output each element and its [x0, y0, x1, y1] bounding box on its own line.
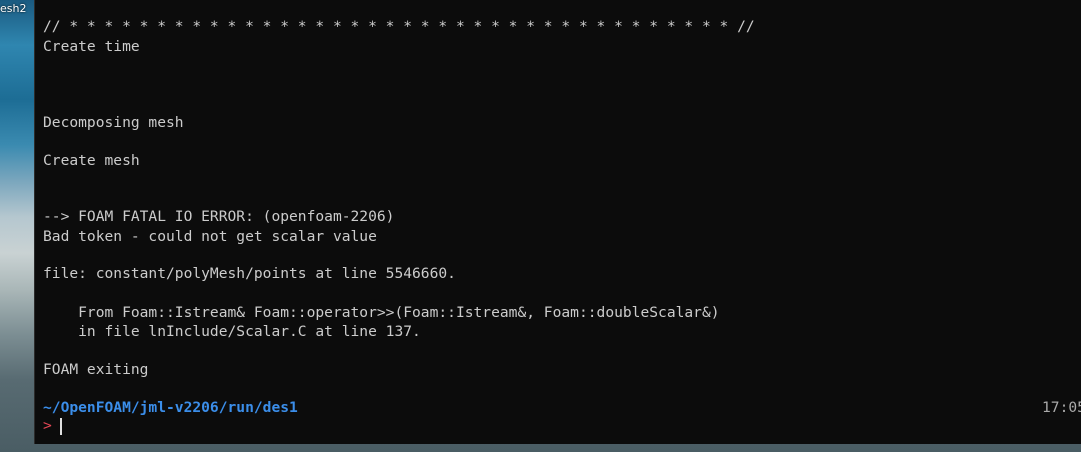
error-line: file: constant/polyMesh/points at line 5… — [43, 265, 456, 282]
error-line: in file lnInclude/Scalar.C at line 137. — [43, 323, 421, 340]
output-line: Create mesh — [43, 152, 140, 169]
banner-line: // * * * * * * * * * * * * * * * * * * *… — [43, 18, 755, 35]
error-line: --> FOAM FATAL IO ERROR: (openfoam-2206) — [43, 208, 395, 225]
output-line: Decomposing mesh — [43, 114, 184, 131]
error-line: From Foam::Istream& Foam::operator>>(Foa… — [43, 304, 720, 321]
prompt-path: ~/OpenFOAM/jml-v2206/run/ — [43, 399, 263, 416]
terminal-window[interactable]: // * * * * * * * * * * * * * * * * * * *… — [34, 0, 1081, 444]
prompt-symbol: > — [43, 417, 52, 434]
prompt-line: ~/OpenFOAM/jml-v2206/run/des1 — [43, 398, 298, 417]
output-line: FOAM exiting — [43, 361, 149, 378]
text-cursor — [60, 418, 62, 435]
prompt-current-dir: des1 — [262, 399, 298, 416]
output-line: Create time — [43, 38, 140, 55]
error-line: Bad token - could not get scalar value — [43, 228, 377, 245]
input-line[interactable]: > — [43, 416, 52, 435]
prompt-time: 17:05 — [1042, 399, 1081, 416]
window-tab-label[interactable]: esh2 — [0, 2, 26, 15]
